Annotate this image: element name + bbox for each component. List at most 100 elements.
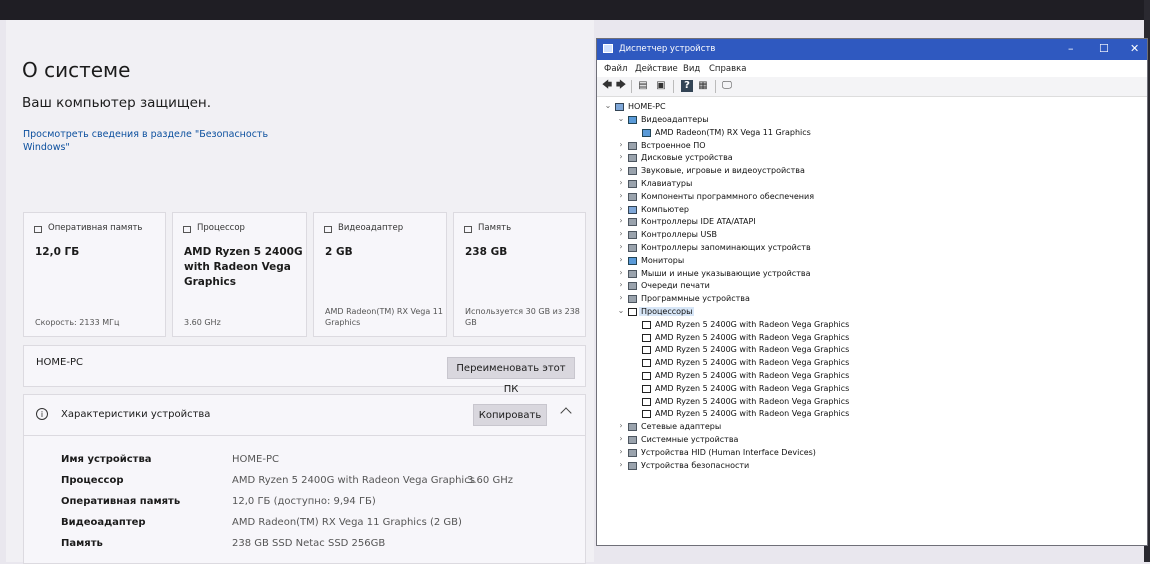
collapse-icon[interactable]: ⌄ (617, 306, 625, 315)
expand-icon[interactable]: › (617, 460, 625, 469)
properties-icon[interactable]: ▣ (655, 80, 667, 92)
storage-controller-icon (628, 244, 637, 252)
computer-icon (628, 205, 637, 214)
menu-help[interactable]: Справка (709, 64, 746, 74)
spec-value: AMD Ryzen 5 2400G with Radeon Vega Graph… (232, 475, 475, 486)
help-icon[interactable]: ? (681, 80, 693, 92)
tree-label: Дисковые устройства (641, 153, 733, 163)
software-component-icon (628, 192, 637, 201)
expand-icon[interactable]: › (617, 242, 625, 251)
collapse-icon[interactable]: ⌄ (617, 114, 625, 123)
tree-label: Процессоры (639, 307, 695, 316)
tree-label: Звуковые, игровые и видеоустройства (641, 166, 805, 176)
specs-title: Характеристики устройства (61, 409, 211, 420)
expand-icon[interactable]: › (617, 152, 625, 161)
forward-arrow-icon[interactable]: 🡆 (615, 80, 627, 92)
tree-label: HOME-PC (628, 102, 666, 111)
menu-action[interactable]: Действие (635, 64, 678, 74)
tree-label: AMD Ryzen 5 2400G with Radeon Vega Graph… (655, 358, 850, 368)
card-value: 2 GB (325, 246, 353, 258)
security-details-link[interactable]: Просмотреть сведения в разделе "Безопасн… (23, 128, 283, 154)
spec-value: 238 GB SSD Netac SSD 256GB (232, 538, 386, 549)
expand-icon[interactable]: › (617, 191, 625, 200)
card-label: Оперативная память (48, 223, 143, 233)
show-hide-tree-icon[interactable]: ▤ (637, 80, 649, 92)
tree-label: AMD Ryzen 5 2400G with Radeon Vega Graph… (655, 371, 850, 380)
expand-icon[interactable]: › (617, 178, 625, 187)
summary-cards: Оперативная память 12,0 ГБ Скорость: 213… (23, 212, 586, 338)
device-specs-panel: i Характеристики устройства Копировать И… (23, 394, 586, 564)
expand-icon[interactable]: › (617, 165, 625, 174)
expand-icon[interactable]: › (617, 140, 625, 149)
specs-header[interactable]: i Характеристики устройства Копировать (24, 395, 585, 436)
expand-icon[interactable]: › (617, 255, 625, 264)
collapse-icon[interactable]: ⌄ (604, 101, 612, 110)
expand-icon[interactable]: › (617, 280, 625, 289)
display-adapter-icon (324, 226, 332, 233)
processor-icon (628, 308, 637, 316)
expand-icon[interactable]: › (617, 447, 625, 456)
processor-icon (642, 397, 651, 406)
minimize-icon[interactable]: – (1068, 42, 1074, 55)
card-subtext: Используется 30 GB из 238 GB (465, 307, 580, 327)
mouse-icon (628, 269, 637, 278)
tree-label: Мониторы (641, 255, 685, 265)
sound-icon (628, 167, 637, 176)
card-label: Процессор (197, 223, 245, 233)
page-title: О системе (22, 58, 131, 82)
chevron-up-icon[interactable] (560, 407, 572, 419)
display-adapter-icon (642, 128, 651, 137)
expand-icon[interactable]: › (617, 229, 625, 238)
expand-icon[interactable]: › (617, 421, 625, 430)
maximize-icon[interactable]: ☐ (1099, 42, 1109, 55)
tree-label: Компьютер (641, 204, 689, 214)
info-icon: i (36, 408, 48, 420)
printer-icon (628, 282, 637, 291)
rename-pc-button[interactable]: Переименовать этот ПК (447, 357, 575, 395)
title-bar[interactable]: Диспетчер устройств – ☐ ✕ (597, 39, 1147, 60)
tree-label: Контроллеры IDE ATA/ATAPI (641, 217, 756, 227)
tree-label: Системные устройства (641, 435, 739, 444)
close-icon[interactable]: ✕ (1130, 42, 1139, 55)
tree-label: AMD Radeon(TM) RX Vega 11 Graphics (655, 127, 811, 137)
card-subtext: 3.60 GHz (184, 318, 221, 327)
processor-icon (642, 320, 651, 329)
card-value: AMD Ryzen 5 2400G with Radeon Vega Graph… (184, 246, 303, 288)
expand-icon[interactable]: › (617, 434, 625, 443)
scan-hardware-icon[interactable]: 🖵 (721, 80, 733, 92)
expand-icon[interactable]: › (617, 268, 625, 277)
software-device-icon (628, 295, 637, 304)
storage-icon (464, 226, 472, 233)
toolbar: 🡄 🡆 ▤ ▣ ? ▦ 🖵 (597, 77, 1147, 97)
tree-label: Видеоадаптеры (641, 115, 709, 124)
copy-button[interactable]: Копировать (473, 404, 547, 426)
back-arrow-icon[interactable]: 🡄 (601, 80, 613, 92)
processor-card: Процессор AMD Ryzen 5 2400G with Radeon … (172, 212, 307, 337)
tree-label: Устройства HID (Human Interface Devices) (641, 447, 816, 457)
processor-icon (642, 410, 651, 419)
tree-label: AMD Ryzen 5 2400G with Radeon Vega Graph… (655, 383, 850, 393)
menu-view[interactable]: Вид (683, 64, 700, 74)
toolbar-separator (673, 80, 674, 93)
device-manager-window: Диспетчер устройств – ☐ ✕ Файл Действие … (596, 38, 1148, 546)
protection-status-text: Ваш компьютер защищен. (22, 95, 212, 111)
spec-value: HOME-PC (232, 454, 279, 465)
expand-icon[interactable]: › (617, 293, 625, 302)
menu-bar: Файл Действие Вид Справка (597, 60, 1147, 77)
menu-file[interactable]: Файл (604, 64, 627, 74)
spec-value: 12,0 ГБ (доступно: 9,94 ГБ) (232, 496, 376, 507)
pc-name-row: HOME-PC Переименовать этот ПК (23, 345, 586, 395)
spec-value: AMD Radeon(TM) RX Vega 11 Graphics (2 GB… (232, 517, 462, 528)
ram-card: Оперативная память 12,0 ГБ Скорость: 213… (23, 212, 166, 337)
view-icon[interactable]: ▦ (697, 80, 709, 92)
tree-label: Контроллеры USB (641, 230, 717, 240)
settings-about-window: О системе Ваш компьютер защищен. Просмот… (6, 20, 594, 564)
processor-icon (642, 346, 651, 355)
keyboard-icon (628, 180, 637, 188)
spec-key: Имя устройства (61, 454, 152, 465)
expand-icon[interactable]: › (617, 204, 625, 213)
security-device-icon (628, 461, 637, 470)
expand-icon[interactable]: › (617, 216, 625, 225)
spec-row: Имя устройства HOME-PC (24, 451, 585, 471)
card-subtext: AMD Radeon(TM) RX Vega 11 Graphics (325, 307, 443, 327)
